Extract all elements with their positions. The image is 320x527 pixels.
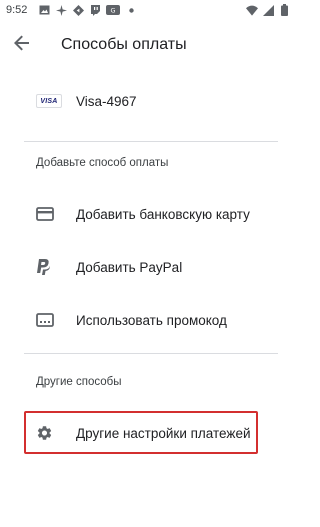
divider — [24, 141, 278, 142]
add-paypal-label: Добавить PayPal — [76, 259, 183, 275]
arrow-back-icon — [14, 35, 30, 56]
gallery-icon — [38, 4, 50, 16]
svg-text:G: G — [110, 7, 115, 15]
app-bar: Способы оплаты — [0, 22, 296, 68]
notification-icons: G — [38, 4, 137, 16]
add-paypal-item[interactable]: Добавить PayPal — [0, 245, 296, 289]
page-title: Способы оплаты — [61, 36, 187, 53]
status-time: 9:52 — [6, 4, 28, 16]
other-payment-settings-label: Другие настройки платежей — [76, 425, 251, 441]
wifi-icon — [246, 4, 258, 16]
battery-icon — [278, 4, 290, 16]
visa-card-icon: VISA — [36, 94, 62, 108]
add-bank-card-label: Добавить банковскую карту — [76, 206, 250, 222]
status-bar: 9:52 G — [0, 0, 296, 22]
visa-brand: VISA — [36, 94, 62, 108]
pinwheel-icon — [55, 4, 67, 16]
credit-card-icon — [36, 207, 54, 221]
ru-app-icon: G — [106, 4, 120, 16]
gear-icon — [36, 425, 53, 442]
add-section-header: Добавьте способ оплаты — [36, 157, 169, 169]
paypal-icon — [36, 259, 50, 275]
back-button[interactable] — [10, 33, 34, 57]
signal-icon — [262, 4, 274, 16]
add-bank-card-item[interactable]: Добавить банковскую карту — [0, 192, 296, 236]
saved-card-label: Visa-4967 — [76, 93, 137, 109]
dot-icon — [125, 4, 137, 16]
other-payment-settings-item[interactable]: Другие настройки платежей — [0, 411, 296, 455]
divider — [24, 353, 278, 354]
other-section-header: Другие способы — [36, 376, 122, 388]
twitch-icon — [89, 4, 101, 16]
system-icons — [246, 4, 290, 16]
saved-card-visa[interactable]: VISA Visa-4967 — [0, 79, 296, 123]
use-promo-code-item[interactable]: Использовать промокод — [0, 298, 296, 342]
nav-diamond-icon — [72, 4, 84, 16]
promo-code-icon — [36, 313, 54, 327]
use-promo-code-label: Использовать промокод — [76, 312, 227, 328]
